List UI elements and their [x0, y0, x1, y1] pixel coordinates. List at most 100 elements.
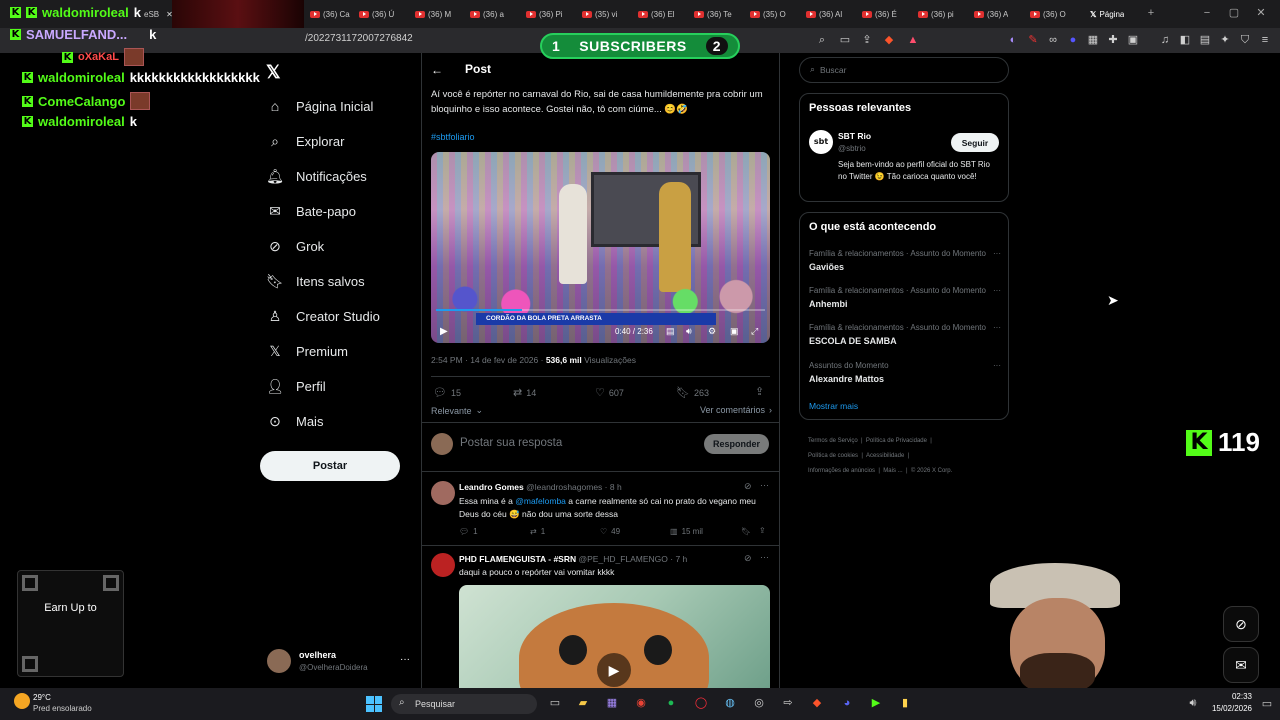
brave-rewards-icon[interactable]: ▲ — [906, 34, 920, 46]
nav-item-profile[interactable]: 👤︎ Perfil — [266, 378, 326, 394]
more-dots-icon[interactable]: ··· — [760, 552, 769, 562]
avatar[interactable] — [431, 481, 455, 505]
nav-item-grok[interactable]: ⊘ Grok — [267, 238, 324, 254]
app-icon[interactable]: ▮ — [898, 697, 912, 709]
browser-tab[interactable]: (36) O — [1030, 4, 1066, 24]
footer-link[interactable]: Política de cookies — [808, 453, 858, 459]
apps-icon[interactable]: ▦ — [605, 697, 619, 709]
more-dots-icon[interactable]: ··· — [993, 286, 1001, 295]
trend-item[interactable]: Família & relacionamentos · Assunto do M… — [809, 249, 1001, 272]
windows-start-icon[interactable] — [366, 696, 382, 712]
post-button[interactable]: Postar — [260, 451, 400, 481]
browser-tab[interactable]: (35) vi — [582, 4, 617, 24]
like-action[interactable]: ♡ 607 — [595, 386, 624, 399]
trend-item[interactable]: Família & relacionamentos · Assunto do M… — [809, 286, 1001, 309]
cast-icon[interactable]: ▭ — [838, 34, 852, 46]
browser-tab[interactable]: (36) Pi — [526, 4, 563, 24]
nav-item-premium[interactable]: 𝕏 Premium — [267, 343, 348, 359]
footer-link[interactable]: Acessibilidade — [866, 453, 904, 459]
reply-button[interactable]: Responder — [704, 434, 769, 454]
view-comments-link[interactable]: Ver comentários › — [700, 405, 772, 415]
show-more-link[interactable]: Mostrar mais — [809, 401, 858, 411]
browser-tab[interactable]: (36) Te — [694, 4, 732, 24]
volume-icon[interactable]: 🔊︎ — [686, 326, 692, 337]
browser-tab[interactable]: (36) É — [862, 4, 897, 24]
sort-dropdown[interactable]: Relevante ⌄ — [431, 405, 483, 416]
chrome-icon[interactable]: ◉ — [634, 697, 648, 709]
sbt-avatar[interactable]: sbt — [809, 130, 833, 154]
minimize-icon[interactable]: − — [1200, 7, 1214, 19]
browser-tab[interactable]: (35) O — [750, 4, 786, 24]
extension-icon[interactable]: ∞ — [1046, 34, 1060, 46]
grok-icon[interactable]: ⊘ — [744, 553, 752, 564]
url-text[interactable]: /2022731172007276842 — [305, 33, 413, 44]
browser-tab-active[interactable]: 𝕏 Página — [1090, 4, 1124, 24]
more-dots-icon[interactable]: ··· — [993, 249, 1001, 258]
screenshot-icon[interactable]: ▣ — [1126, 34, 1140, 46]
tab-first[interactable]: eSB ✕ — [144, 4, 173, 24]
post-video[interactable]: CORDÃO DA BOLA PRETA ARRASTA ▶ 0:40 / 2:… — [431, 152, 770, 343]
share-icon[interactable]: ⇪ — [860, 34, 874, 46]
person-name[interactable]: SBT Rio — [838, 131, 871, 141]
messages-float-button[interactable]: ✉ — [1223, 647, 1259, 683]
nav-item-chat[interactable]: ✉ Bate-papo — [267, 203, 356, 219]
nav-item-creator-studio[interactable]: ♙ Creator Studio — [267, 308, 380, 324]
bookmark-action[interactable]: 🔖︎ 263 — [676, 386, 709, 399]
reply-author[interactable]: Leandro Gomes — [459, 482, 524, 492]
bookmark-action[interactable]: 🔖︎ — [741, 527, 751, 536]
search-page-icon[interactable]: ⌕ — [815, 34, 829, 46]
like-action[interactable]: ♡ 49 — [600, 527, 620, 536]
account-switcher[interactable]: ovelhera @OvelheraDoidera ··· — [267, 648, 410, 674]
weather-temp[interactable]: 29°C — [33, 693, 51, 702]
browser-tab[interactable]: (36) Ú — [359, 4, 394, 24]
footer-link[interactable]: Informações de anúncios — [808, 468, 875, 474]
reply-action[interactable]: 💬︎ 1 — [459, 527, 478, 536]
extension-icon[interactable]: ● — [1066, 34, 1080, 46]
repost-action[interactable]: ⇄ 1 — [530, 527, 545, 536]
footer-link[interactable]: Mais ... — [883, 468, 902, 474]
more-dots-icon[interactable]: ··· — [993, 361, 1001, 370]
play-icon[interactable]: ▶ — [597, 653, 631, 687]
play-icon[interactable]: ▶ — [440, 326, 448, 337]
extensions-puzzle-icon[interactable]: ✚ — [1106, 34, 1120, 46]
extension-icon[interactable]: ✎ — [1026, 34, 1040, 46]
spotify-icon[interactable]: ● — [664, 697, 678, 709]
captions-icon[interactable]: ▤ — [666, 326, 675, 337]
notifications-icon[interactable]: ▭ — [1260, 698, 1274, 710]
clock-time[interactable]: 02:33 — [1222, 692, 1252, 701]
vpn-shield-icon[interactable]: ⛉ — [1238, 34, 1252, 46]
brave-icon[interactable]: ◆ — [810, 697, 824, 709]
grok-icon[interactable]: ⊘ — [744, 481, 752, 492]
browser-tab[interactable]: (36) A — [974, 4, 1008, 24]
discord-icon[interactable]: ◕ — [840, 697, 854, 709]
trend-item[interactable]: Família & relacionamentos · Assunto do M… — [809, 323, 1001, 346]
search-box[interactable]: ⌕ Buscar — [799, 57, 1009, 83]
weather-icon[interactable] — [14, 693, 30, 709]
nav-item-explore[interactable]: ⌕ Explorar — [267, 133, 344, 149]
clock-date[interactable]: 15/02/2026 — [1206, 704, 1252, 713]
follow-button[interactable]: Seguir — [951, 133, 999, 152]
footer-link[interactable]: Termos de Serviço — [808, 438, 858, 444]
obs-icon[interactable]: ◎ — [752, 697, 766, 709]
brave-shield-icon[interactable]: ◆ — [882, 34, 896, 46]
task-view-icon[interactable]: ▭ — [548, 697, 562, 709]
sidebar-icon[interactable]: ◧ — [1178, 34, 1192, 46]
settings-icon[interactable]: ⚙ — [708, 326, 716, 337]
taskbar-search[interactable]: ⌕ Pesquisar — [391, 694, 537, 714]
reply-gif[interactable]: ▶ — [459, 585, 770, 688]
extension-icon[interactable]: ◐ — [1006, 34, 1020, 46]
nav-item-home[interactable]: ⌂ Página Inicial — [267, 98, 374, 114]
trend-item[interactable]: Assuntos do Momento Alexandre Mattos ··· — [809, 361, 1001, 384]
grok-float-button[interactable]: ⊘ — [1223, 606, 1259, 642]
music-icon[interactable]: ♫ — [1158, 34, 1172, 46]
browser-tab[interactable]: (36) pi — [918, 4, 954, 24]
views-action[interactable]: ▥ 15 mil — [670, 527, 703, 536]
app-icon[interactable]: ⇨ — [781, 697, 795, 709]
browser-tab[interactable]: (36) Ca — [310, 4, 350, 24]
close-icon[interactable]: ✕ — [166, 10, 173, 19]
reply-input[interactable]: Postar sua resposta — [460, 437, 562, 449]
opera-icon[interactable]: ◯ — [694, 697, 708, 709]
browser-tab[interactable]: (36) Al — [806, 4, 842, 24]
menu-icon[interactable]: ≡ — [1258, 34, 1272, 46]
maximize-icon[interactable]: ▢ — [1227, 7, 1241, 19]
